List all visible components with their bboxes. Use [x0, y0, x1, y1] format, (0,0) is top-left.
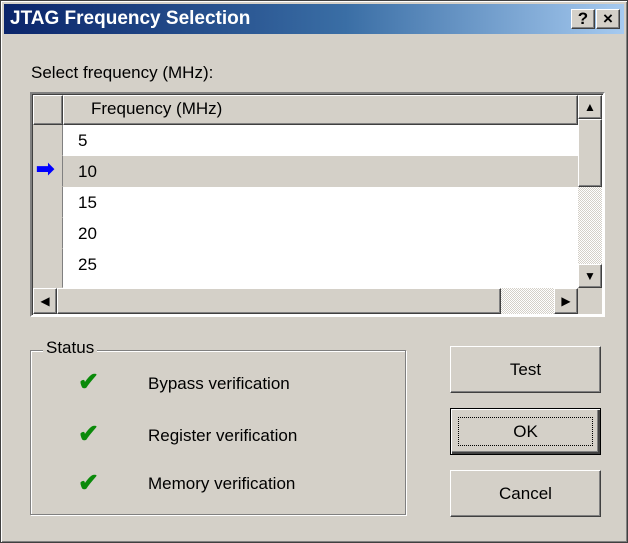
scrollbar-corner	[578, 288, 602, 314]
column-header-label: Frequency (MHz)	[91, 99, 223, 118]
row-indicator-header	[33, 95, 63, 125]
frequency-list[interactable]: Frequency (MHz) ➡ 5 10 15 20 25 ▲ ▼ ◀ ▶	[30, 92, 605, 317]
row-indicator	[33, 249, 63, 288]
list-item-label: 10	[78, 162, 97, 181]
list-item[interactable]: 5	[63, 125, 578, 156]
close-button[interactable]: ×	[596, 9, 620, 29]
ok-button-label: OK	[458, 417, 593, 446]
cancel-button[interactable]: Cancel	[450, 470, 601, 517]
row-indicator	[33, 218, 63, 249]
vertical-scrollbar[interactable]: ▲ ▼	[578, 95, 602, 288]
memory-verification-label: Memory verification	[148, 474, 296, 493]
row-indicator	[33, 187, 63, 218]
list-item-label: 20	[78, 224, 97, 243]
list-item-label: 5	[78, 131, 88, 150]
list-item-label: 15	[78, 193, 97, 212]
register-verification-label: Register verification	[148, 426, 298, 445]
scroll-right-button[interactable]: ▶	[554, 288, 578, 314]
scroll-left-button[interactable]: ◀	[33, 288, 57, 314]
help-button[interactable]: ?	[571, 9, 595, 29]
bypass-check-icon: ✔	[78, 368, 99, 396]
ok-button[interactable]: OK	[450, 408, 601, 455]
row-indicator: ➡	[33, 156, 63, 187]
test-button[interactable]: Test	[450, 346, 601, 393]
list-item[interactable]: 20	[63, 218, 578, 249]
window-title: JTAG Frequency Selection	[10, 8, 251, 29]
current-row-arrow-icon: ➡	[36, 156, 55, 181]
memory-check-icon: ✔	[78, 469, 99, 497]
frequency-list-body: Frequency (MHz) ➡ 5 10 15 20 25 ▲ ▼ ◀ ▶	[32, 94, 603, 315]
horizontal-scroll-track[interactable]	[501, 288, 554, 314]
horizontal-scroll-thumb[interactable]	[57, 288, 501, 314]
list-item-selected[interactable]: 10	[63, 156, 578, 187]
dialog-window: JTAG Frequency Selection ? × Select freq…	[0, 0, 628, 543]
register-check-icon: ✔	[78, 420, 99, 448]
scroll-up-button[interactable]: ▲	[578, 95, 602, 119]
bypass-verification-label: Bypass verification	[148, 374, 290, 393]
list-item[interactable]: 15	[63, 187, 578, 218]
scroll-down-button[interactable]: ▼	[578, 264, 602, 288]
list-item[interactable]: 25	[63, 249, 578, 280]
list-item-label: 25	[78, 255, 97, 274]
horizontal-scrollbar[interactable]: ◀ ▶	[33, 288, 578, 314]
title-bar[interactable]: JTAG Frequency Selection ? ×	[4, 4, 624, 34]
select-frequency-label: Select frequency (MHz):	[31, 63, 214, 82]
status-group-title: Status	[43, 338, 98, 358]
vertical-scroll-thumb[interactable]	[578, 119, 602, 187]
row-indicator	[33, 125, 63, 156]
